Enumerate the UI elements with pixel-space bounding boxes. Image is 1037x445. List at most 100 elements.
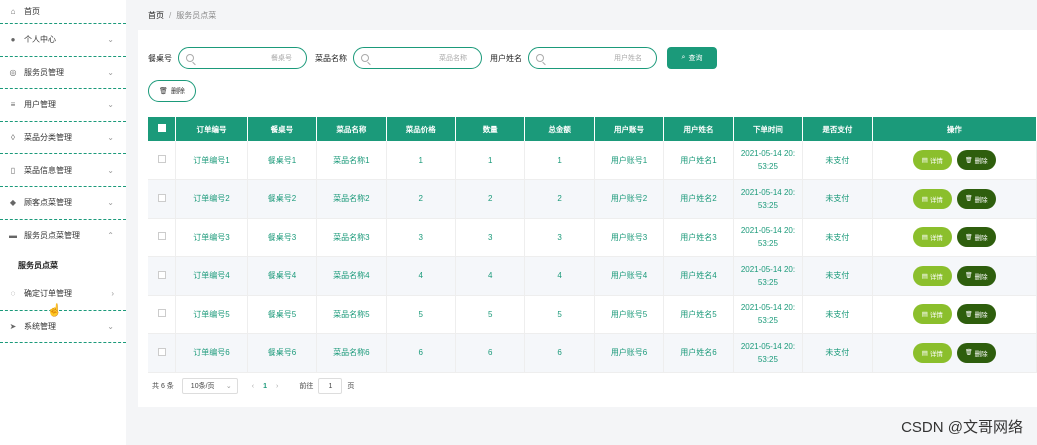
chevron-icon: ⌄	[107, 67, 114, 77]
order-time-clock: 53:25	[757, 239, 778, 249]
sidebar-item[interactable]: ◆ 顾客点菜管理 ⌄	[0, 187, 126, 220]
mic-icon: ◊	[11, 133, 15, 143]
table-number-input[interactable]: 餐桌号	[178, 47, 307, 69]
sidebar-item[interactable]: ◊ 菜品分类管理 ⌄	[0, 122, 126, 155]
select-all-checkbox-cell	[148, 117, 177, 141]
goto-page-input[interactable]: 1	[318, 378, 343, 394]
breadcrumb-current: 服务员点菜	[176, 11, 217, 20]
delete-button[interactable]: 🗑 删除	[956, 227, 996, 248]
order-time-date: 2021-05-14 20:	[740, 264, 796, 274]
table-cell: 餐桌号4	[247, 256, 318, 296]
dish-name-input[interactable]: 菜品名称	[353, 47, 482, 69]
row-checkbox[interactable]	[157, 232, 166, 241]
detail-button-label: 详情	[929, 235, 943, 243]
order-time-clock: 53:25	[757, 162, 778, 171]
document-icon: ▤	[921, 349, 928, 357]
paid-status-cell: 未支付	[802, 179, 873, 219]
table-cell: 4	[524, 256, 595, 296]
delete-button-label: 删除	[974, 312, 988, 320]
goto-page-value: 1	[328, 382, 333, 390]
chevron-icon: ⌃	[107, 231, 114, 241]
next-page-button[interactable]: ›	[276, 383, 278, 390]
breadcrumb-home[interactable]: 首页	[148, 11, 164, 20]
chevron-icon: ⌄	[107, 133, 114, 143]
table-row: 订单编号2 餐桌号2 菜品名称2 2 2 2 用户账号2 用户姓名2 2021-05-14 20…	[148, 179, 1037, 219]
table-cell: 餐桌号5	[247, 295, 318, 334]
order-time-date: 2021-05-14 20:	[740, 303, 796, 313]
sidebar-item-label: 个人中心	[24, 35, 56, 45]
trash-icon: 🗑	[965, 196, 973, 203]
sidebar-item[interactable]: ● 个人中心 ⌄	[0, 24, 126, 57]
row-checkbox[interactable]	[157, 347, 166, 356]
order-time-date: 2021-05-14 20:	[740, 149, 796, 158]
actions-cell: ▤ 详情 🗑 删除	[872, 218, 1037, 257]
table-cell: 餐桌号3	[247, 218, 318, 257]
sidebar-item-label: 首页	[24, 7, 40, 16]
order-time-clock: 53:25	[757, 200, 778, 210]
delete-button[interactable]: 🗑 删除	[956, 150, 996, 170]
table-cell: 菜品名称6	[316, 333, 387, 373]
row-checkbox[interactable]	[157, 193, 166, 202]
row-checkbox[interactable]	[157, 309, 166, 318]
order-time-cell: 2021-05-14 20: 53:25	[733, 141, 804, 180]
sidebar-item[interactable]: ◎ 服务员管理 ⌄	[0, 57, 126, 90]
sidebar-item-label: 确定订单管理	[24, 289, 72, 299]
table-cell: 1	[386, 141, 456, 180]
query-button[interactable]: ⌕ 查询	[667, 47, 717, 69]
sidebar-item[interactable]: ➤ 系统管理 ⌄	[0, 311, 126, 344]
sidebar-item[interactable]: ◌ 确定订单管理 ›	[0, 278, 126, 311]
order-time-clock: 53:25	[757, 277, 778, 287]
delete-button[interactable]: 🗑 删除	[956, 265, 996, 286]
delete-button[interactable]: 🗑 删除	[956, 342, 996, 363]
chevron-down-icon: ⌄	[225, 383, 232, 390]
sidebar-item[interactable]: ≡ 用户管理 ⌄	[0, 89, 126, 122]
delete-button-label: 删除	[974, 235, 988, 243]
row-checkbox[interactable]	[157, 155, 166, 163]
table-cell: 用户账号3	[594, 218, 665, 257]
page-size-select[interactable]: 10条/页 ⌄	[181, 378, 238, 394]
column-header: 用户姓名	[663, 117, 734, 141]
row-checkbox-cell	[148, 218, 177, 257]
table-cell: 2	[386, 179, 456, 219]
sidebar-subitem-active[interactable]: 服务员点菜	[0, 252, 126, 278]
delete-button[interactable]: 🗑 删除	[956, 304, 996, 325]
user-name-input[interactable]: 用户姓名	[528, 47, 657, 69]
sidebar-item[interactable]: ▬ 服务员点菜管理 ⌃	[0, 220, 126, 253]
table-body: 订单编号1 餐桌号1 菜品名称1 1 1 1 用户账号1 用户姓名1 2021-05-14 20…	[148, 141, 1037, 373]
sidebar-item[interactable]: ⌂ 首页	[0, 0, 126, 24]
prev-page-button[interactable]: ‹	[252, 383, 254, 390]
chevron-icon: ⌄	[107, 165, 114, 175]
detail-button[interactable]: ▤ 详情	[912, 265, 952, 286]
query-button-label: 查询	[688, 55, 703, 62]
document-icon: ▤	[921, 234, 928, 242]
detail-button[interactable]: ▤ 详情	[912, 304, 952, 325]
pagination: 共 6 条 10条/页 ⌄ ‹ 1 › 前往 1 页	[152, 378, 354, 394]
detail-button[interactable]: ▤ 详情	[912, 227, 952, 248]
actions-cell: ▤ 详情 🗑 删除	[872, 295, 1037, 334]
dish-name-placeholder: 菜品名称	[439, 55, 467, 62]
search-icon	[361, 54, 369, 62]
row-checkbox[interactable]	[157, 270, 166, 279]
circle-icon: ◌	[10, 289, 16, 299]
order-time-date: 2021-05-14 20:	[740, 226, 796, 236]
phone-icon: ▯	[10, 165, 16, 175]
detail-button[interactable]: ▤ 详情	[912, 188, 952, 209]
batch-delete-label: 删除	[170, 88, 185, 95]
page-number-current[interactable]: 1	[263, 383, 267, 390]
detail-button[interactable]: ▤ 详情	[912, 342, 952, 363]
paid-status-cell: 未支付	[802, 295, 873, 334]
paid-status-cell: 未支付	[802, 256, 873, 296]
batch-delete-button[interactable]: 🗑 删除	[148, 80, 196, 102]
detail-button[interactable]: ▤ 详情	[912, 150, 952, 170]
content-card: 餐桌号 餐桌号 菜品名称 菜品名称 用户姓名 用户姓名 ⌕ 查询 🗑 删除 订单编号…	[138, 30, 1037, 407]
sidebar-item-label: 服务员点菜管理	[24, 231, 80, 241]
delete-button[interactable]: 🗑 删除	[956, 188, 996, 209]
sidebar-item[interactable]: ▯ 菜品信息管理 ⌄	[0, 154, 126, 187]
table-cell: 菜品名称3	[316, 218, 387, 257]
row-actions: ▤ 详情 🗑 删除	[873, 150, 1036, 170]
row-actions: ▤ 详情 🗑 删除	[873, 227, 1036, 248]
sidebar-item-label: 用户管理	[24, 100, 56, 110]
row-checkbox-cell	[148, 295, 177, 334]
select-all-checkbox[interactable]	[157, 124, 166, 132]
paid-status-cell: 未支付	[802, 333, 873, 373]
